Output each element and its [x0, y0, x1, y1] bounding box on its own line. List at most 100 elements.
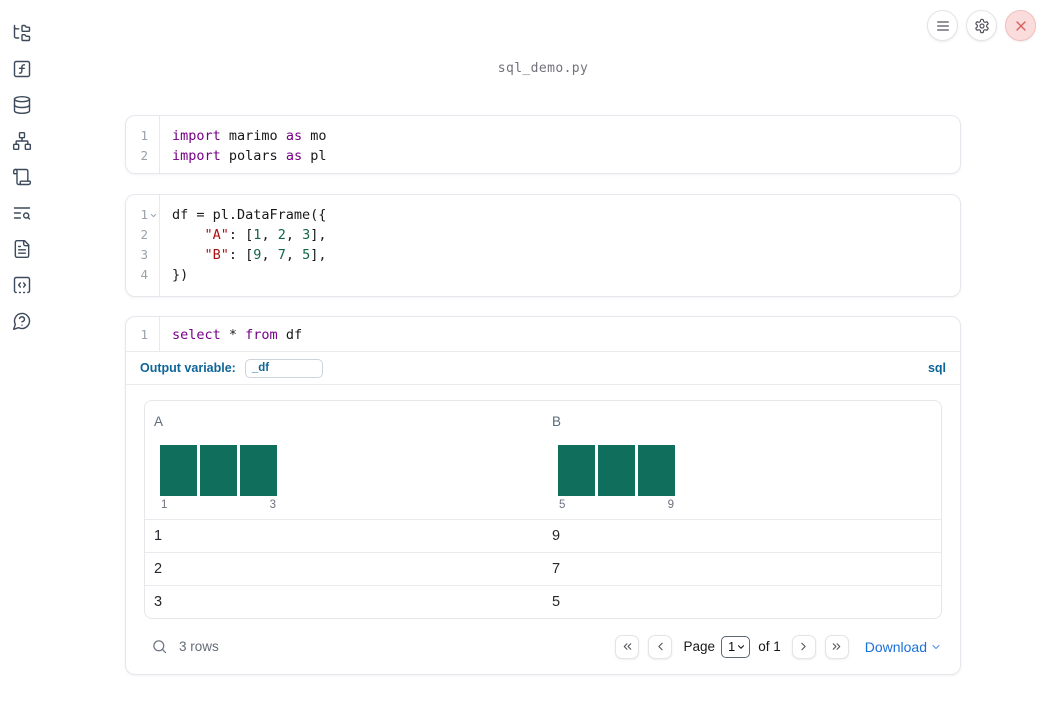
datasources-database-icon: [13, 95, 31, 115]
column-name: B: [552, 414, 562, 429]
line-number: 2: [140, 227, 148, 242]
download-label: Download: [864, 638, 927, 655]
code-line[interactable]: "B": [9, 7, 5],: [172, 245, 327, 265]
histogram-bar: [558, 445, 595, 496]
table-body: 192735: [145, 519, 941, 618]
dataframe-table: A13B59 192735: [144, 400, 942, 619]
topbar-actions: [927, 10, 1036, 41]
page-select[interactable]: 1: [720, 635, 751, 658]
output-variable-value: _df: [251, 362, 270, 374]
table-cell: 2: [154, 561, 163, 577]
code-line[interactable]: df = pl.DataFrame({: [172, 205, 327, 225]
line-number: 1: [140, 207, 148, 222]
chevron-down-icon: [932, 644, 940, 649]
line-number: 1: [140, 327, 148, 342]
table-row[interactable]: 19: [145, 519, 941, 552]
code-editor-sql[interactable]: 1 select * from df: [126, 317, 960, 351]
code-cell-dataframe: 1 2 3 4 df = pl.DataFrame({ "A": [1, 2, 3], …: [125, 194, 961, 297]
chevrons-left-icon: [623, 643, 632, 650]
line-number: 1: [140, 128, 148, 143]
code-line[interactable]: select * from df: [172, 325, 302, 345]
sql-cell: 1 select * from df Output variable: _df s…: [125, 316, 961, 675]
code-line[interactable]: import marimo as mo: [172, 126, 326, 146]
marimo-notebook-app: sql_demo.py 1 2 import marimo as mo import …: [0, 0, 1043, 713]
table-cell: 5: [552, 594, 561, 610]
histogram-bar: [240, 445, 277, 496]
help-chat-icon: [12, 312, 31, 331]
table-cell: 9: [552, 528, 561, 544]
scratchpad-code-icon: [13, 276, 31, 294]
code-cell-imports: 1 2 import marimo as mo import polars as pl: [125, 115, 961, 174]
logs-scroll-icon: [12, 168, 32, 186]
search-icon[interactable]: [151, 638, 168, 655]
fold-chevron-icon[interactable]: [149, 211, 158, 220]
sidebar-item-dependency-graph[interactable]: [12, 131, 32, 151]
download-button[interactable]: Download: [865, 639, 942, 655]
sidebar-item-documentation[interactable]: [12, 239, 32, 259]
histogram-bar: [638, 445, 675, 496]
line-number: 4: [140, 267, 148, 282]
sidebar-panel: [0, 23, 44, 331]
table-cell: 7: [552, 561, 561, 577]
sidebar-item-help-chat[interactable]: [12, 311, 32, 331]
code-line[interactable]: }): [172, 265, 327, 285]
notebook-filename: sql_demo.py: [497, 61, 589, 76]
column-histogram: 59: [558, 445, 675, 511]
output-variable-label: Output variable:: [140, 361, 236, 375]
histogram-bar: [598, 445, 635, 496]
close-icon: [1015, 20, 1026, 31]
code-editor-dataframe[interactable]: 1 2 3 4 df = pl.DataFrame({ "A": [1, 2, 3], …: [126, 195, 960, 296]
sql-output: A13B59 192735 3 rows Page 1 of 1 Downloa…: [126, 385, 960, 674]
chevron-left-icon: [658, 642, 663, 651]
code-editor-imports[interactable]: 1 2 import marimo as mo import polars as pl: [126, 116, 960, 173]
table-footer: 3 rows Page 1 of 1 Download: [144, 619, 942, 674]
dependency-graph-icon: [12, 131, 32, 151]
page-label: Page: [683, 639, 715, 654]
chevron-right-icon: [801, 642, 806, 651]
table-cell: 3: [154, 594, 163, 610]
variables-function-icon: [13, 60, 31, 78]
outline-search-icon: [13, 207, 31, 220]
sidebar-item-outline-search[interactable]: [12, 203, 32, 223]
chevrons-right-icon: [832, 643, 841, 650]
hamburger-icon: [936, 20, 949, 31]
documentation-file-icon: [14, 239, 30, 259]
language-badge[interactable]: sql: [928, 361, 946, 375]
histogram-bar: [200, 445, 237, 496]
chevron-down-icon: [738, 644, 745, 649]
page-select-value: 1: [727, 639, 736, 654]
column-header-A[interactable]: A 13: [145, 414, 543, 511]
hist-max-label: 9: [667, 499, 674, 511]
hist-max-label: 3: [269, 499, 276, 511]
row-count: 3 rows: [179, 639, 219, 654]
gear-icon: [974, 18, 989, 33]
next-page-button[interactable]: [791, 634, 816, 659]
sidebar-item-logs[interactable]: [12, 167, 32, 187]
sidebar-item-scratchpad[interactable]: [12, 275, 32, 295]
sidebar-item-variables[interactable]: [12, 59, 32, 79]
table-row[interactable]: 27: [145, 552, 941, 585]
sidebar-item-datasources[interactable]: [12, 95, 32, 115]
code-line[interactable]: "A": [1, 2, 3],: [172, 225, 327, 245]
column-name: A: [154, 414, 164, 429]
output-variable-input[interactable]: _df: [244, 358, 323, 378]
column-histogram: 13: [160, 445, 277, 511]
sidebar-item-file-explorer[interactable]: [12, 23, 32, 43]
file-explorer-tree-icon: [13, 24, 31, 42]
first-page-button[interactable]: [615, 634, 640, 659]
settings-button[interactable]: [966, 10, 997, 41]
sql-meta-row: Output variable: _df sql: [126, 352, 960, 384]
page-total-label: of 1: [758, 639, 781, 654]
last-page-button[interactable]: [824, 634, 849, 659]
table-row[interactable]: 35: [145, 585, 941, 618]
table-cell: 1: [154, 528, 163, 544]
histogram-bar: [160, 445, 197, 496]
code-line[interactable]: import polars as pl: [172, 146, 326, 166]
line-number: 3: [140, 247, 148, 262]
prev-page-button[interactable]: [648, 634, 673, 659]
column-header-B[interactable]: B 59: [543, 414, 941, 511]
line-number: 2: [140, 148, 148, 163]
menu-button[interactable]: [927, 10, 958, 41]
shutdown-button[interactable]: [1005, 10, 1036, 41]
notebook-cells: 1 2 import marimo as mo import polars as pl…: [125, 115, 961, 675]
